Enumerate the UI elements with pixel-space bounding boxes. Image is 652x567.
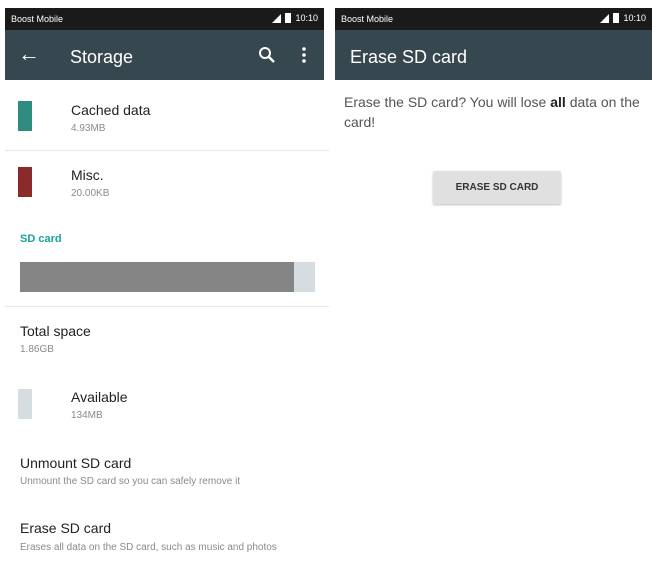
total-space-value: 1.86GB <box>20 344 54 355</box>
clock: 10:10 <box>623 13 646 23</box>
carrier-label: Boost Mobile <box>341 14 394 24</box>
arrow-back-icon[interactable]: ← <box>18 40 40 68</box>
misc-color-swatch <box>18 167 32 197</box>
erase-label: Erase SD card <box>20 520 112 536</box>
available-label: Available <box>71 389 128 405</box>
status-icons: 10:10 <box>600 13 646 23</box>
more-vert-icon[interactable] <box>302 46 306 64</box>
sd-card-section-header: SD card <box>20 233 62 245</box>
cached-label: Cached data <box>71 102 151 118</box>
unmount-summary: Unmount the SD card so you can safely re… <box>20 476 241 487</box>
carrier-label: Boost Mobile <box>11 14 64 24</box>
total-space-label: Total space <box>20 323 91 339</box>
available-color-swatch <box>18 389 32 419</box>
erase-sd-card-screen: Boost Mobile 10:10 Erase SD card <box>335 0 652 567</box>
search-icon[interactable] <box>258 46 276 64</box>
available-value: 134MB <box>71 410 103 421</box>
status-bar: Boost Mobile 10:10 <box>5 8 324 30</box>
clock: 10:10 <box>295 13 318 23</box>
status-icons: 10:10 <box>272 13 318 23</box>
status-bar: Boost Mobile 10:10 <box>335 8 652 30</box>
divider <box>5 306 329 307</box>
message-part1: Erase the SD card? You will lose <box>344 94 551 110</box>
app-bar: Erase SD card <box>335 30 652 80</box>
page-title: Storage <box>70 47 134 67</box>
app-bar: ← Storage <box>5 30 324 80</box>
battery-icon <box>285 13 292 23</box>
sd-usage-used <box>20 262 295 292</box>
erase-warning-message: Erase the SD card? You will lose all dat… <box>344 92 640 132</box>
signal-icon <box>272 13 282 23</box>
sd-usage-bar <box>20 262 315 292</box>
erase-summary: Erases all data on the SD card, such as … <box>20 542 277 553</box>
cached-color-swatch <box>18 101 32 131</box>
unmount-label: Unmount SD card <box>20 455 132 471</box>
misc-label: Misc. <box>71 167 104 183</box>
erase-sd-card-button[interactable]: ERASE SD CARD <box>433 171 561 204</box>
misc-value: 20.00KB <box>71 188 110 199</box>
page-title: Erase SD card <box>350 47 468 67</box>
storage-screen: Boost Mobile 10:10 ← Storage Cached data… <box>0 0 329 567</box>
cached-value: 4.93MB <box>71 123 106 134</box>
divider <box>5 150 329 151</box>
message-bold: all <box>550 94 566 110</box>
battery-icon <box>613 13 620 23</box>
signal-icon <box>600 13 610 23</box>
